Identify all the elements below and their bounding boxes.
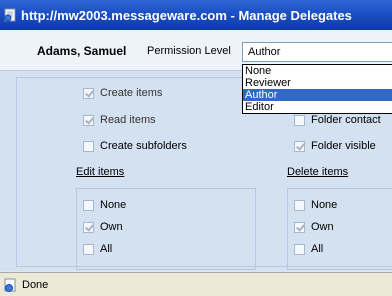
edit-items-all-checkbox[interactable]: All xyxy=(83,243,112,255)
folder-contact-checkbox[interactable]: Folder contact xyxy=(294,114,381,126)
checkbox-box[interactable] xyxy=(83,140,94,152)
delegate-name: Adams, Samuel xyxy=(37,44,127,58)
checkbox-box[interactable] xyxy=(83,114,94,126)
delete-items-all-checkbox[interactable]: All xyxy=(294,243,323,255)
folder-visible-label: Folder visible xyxy=(311,140,376,152)
status-bar: Done xyxy=(0,272,392,296)
permission-level-label: Permission Level xyxy=(147,45,231,57)
delete-items-own-checkbox[interactable]: Own xyxy=(294,221,334,233)
dropdown-option-editor[interactable]: Editor xyxy=(243,101,392,113)
status-text: Done xyxy=(22,278,49,291)
create-items-checkbox[interactable]: Create items xyxy=(83,87,162,99)
ie-page-icon xyxy=(4,278,18,292)
edit-items-all-label: All xyxy=(100,243,113,255)
edit-items-none-checkbox[interactable]: None xyxy=(83,199,126,211)
checkbox-box[interactable] xyxy=(294,243,305,255)
dropdown-option-author[interactable]: Author xyxy=(243,89,392,101)
delete-items-title: Delete items xyxy=(287,166,349,178)
window-title: http://mw2003.messageware.com - Manage D… xyxy=(21,7,352,23)
edit-items-none-label: None xyxy=(100,199,127,211)
permission-level-dropdown[interactable]: None Reviewer Author Editor xyxy=(242,64,392,114)
ie-page-icon xyxy=(4,8,17,22)
delete-items-all-label: All xyxy=(311,243,324,255)
edit-items-own-label: Own xyxy=(100,221,123,233)
checkbox-box[interactable] xyxy=(294,221,305,233)
delete-items-none-checkbox[interactable]: None xyxy=(294,199,337,211)
checkbox-box[interactable] xyxy=(294,199,305,211)
checkbox-box[interactable] xyxy=(83,221,94,233)
create-subfolders-label: Create subfolders xyxy=(100,140,187,152)
folder-visible-checkbox[interactable]: Folder visible xyxy=(294,140,376,152)
permission-level-select[interactable]: Author xyxy=(242,42,392,62)
dropdown-option-reviewer[interactable]: Reviewer xyxy=(243,77,392,89)
delete-items-none-label: None xyxy=(311,199,338,211)
checkbox-box[interactable] xyxy=(294,114,305,126)
read-items-label: Read items xyxy=(100,114,156,126)
read-items-checkbox[interactable]: Read items xyxy=(83,114,156,126)
window-title-bar[interactable]: http://mw2003.messageware.com - Manage D… xyxy=(0,0,392,30)
checkbox-box[interactable] xyxy=(83,243,94,255)
checkbox-box[interactable] xyxy=(83,87,94,99)
checkbox-box[interactable] xyxy=(294,140,305,152)
create-items-label: Create items xyxy=(100,87,163,99)
folder-contact-label: Folder contact xyxy=(311,114,381,126)
delete-items-own-label: Own xyxy=(311,221,334,233)
checkbox-box[interactable] xyxy=(83,199,94,211)
create-subfolders-checkbox[interactable]: Create subfolders xyxy=(83,140,187,152)
edit-items-own-checkbox[interactable]: Own xyxy=(83,221,123,233)
dropdown-option-none[interactable]: None xyxy=(243,65,392,77)
edit-items-title: Edit items xyxy=(76,166,125,178)
